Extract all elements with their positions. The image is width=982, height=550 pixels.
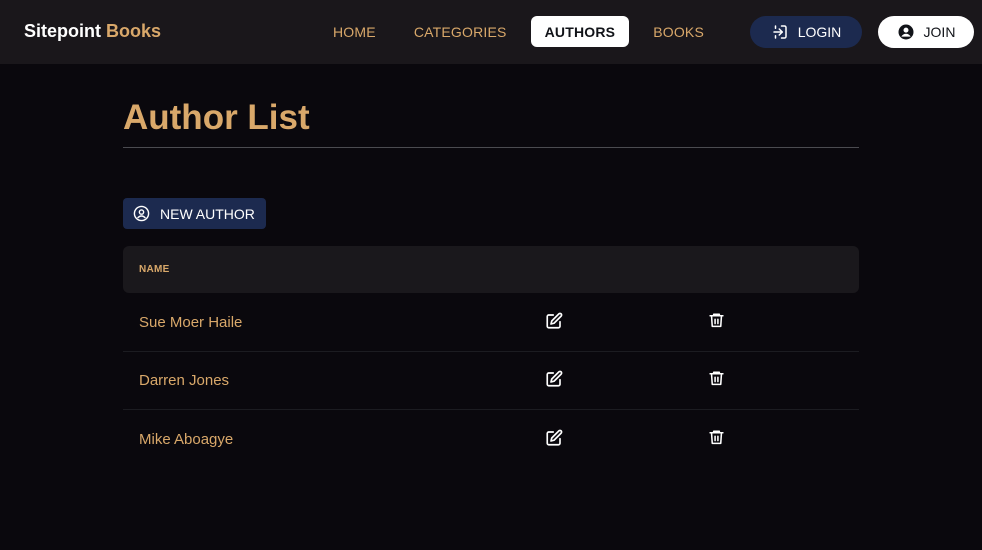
join-button[interactable]: JOIN <box>878 16 974 48</box>
author-name: Mike Aboagye <box>139 431 234 448</box>
column-header-name[interactable]: NAME <box>139 264 170 275</box>
table-row: Mike Aboagye <box>123 411 859 469</box>
table-row: Darren Jones <box>123 352 859 410</box>
trash-icon[interactable] <box>708 311 725 329</box>
brand-name: Sitepoint <box>24 21 101 41</box>
trash-icon[interactable] <box>708 428 725 446</box>
brand-name-accent: Books <box>106 21 162 41</box>
login-button[interactable]: LOGIN <box>750 16 862 48</box>
table-header: NAME <box>123 246 859 293</box>
login-icon <box>772 25 787 39</box>
navbar: Sitepoint Books HOME CATEGORIES AUTHORS … <box>0 0 982 64</box>
new-author-button[interactable]: NEW AUTHOR <box>123 198 266 229</box>
brand-logo[interactable]: Sitepoint Books <box>24 21 161 42</box>
edit-icon[interactable] <box>545 370 563 388</box>
nav-authors[interactable]: AUTHORS <box>530 16 630 47</box>
title-divider <box>123 147 859 148</box>
edit-icon[interactable] <box>545 312 563 330</box>
login-label: LOGIN <box>797 24 842 40</box>
page-title: Author List <box>123 98 310 137</box>
new-author-label: NEW AUTHOR <box>160 205 255 222</box>
author-name: Sue Moer Haile <box>139 314 243 331</box>
user-circle-outline-icon <box>133 205 150 222</box>
nav-categories[interactable]: CATEGORIES <box>400 16 521 47</box>
user-circle-icon <box>898 24 914 40</box>
trash-icon[interactable] <box>708 369 725 387</box>
nav-links: HOME CATEGORIES AUTHORS BOOKS <box>319 16 718 47</box>
nav-home[interactable]: HOME <box>319 16 390 47</box>
nav-books[interactable]: BOOKS <box>639 16 718 47</box>
join-label: JOIN <box>923 24 956 40</box>
author-name: Darren Jones <box>139 372 230 389</box>
edit-icon[interactable] <box>545 429 563 447</box>
table-row: Sue Moer Haile <box>123 294 859 352</box>
